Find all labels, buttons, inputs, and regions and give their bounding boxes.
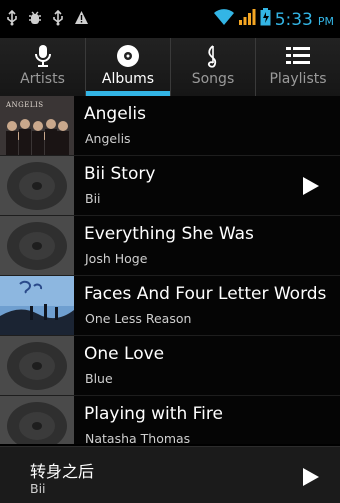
- album-artist: Bii: [85, 191, 101, 206]
- album-artist: Blue: [85, 371, 113, 386]
- now-playing-title: 转身之后: [30, 462, 95, 481]
- default-album-art-icon: [0, 396, 74, 444]
- tab-bar: Artists Albums Songs Playlists: [0, 38, 340, 96]
- battery-icon: [260, 8, 271, 30]
- clock-time: 5:33: [274, 10, 313, 30]
- default-album-art-icon: [0, 336, 74, 395]
- warning-icon: [74, 10, 89, 30]
- microphone-icon: [0, 44, 85, 68]
- play-icon[interactable]: [302, 467, 320, 491]
- album-title: Angelis: [84, 104, 146, 124]
- playlist-icon: [256, 44, 340, 68]
- album-title: Playing with Fire: [84, 404, 223, 424]
- list-item[interactable]: Faces And Four Letter Words One Less Rea…: [0, 276, 340, 336]
- list-item[interactable]: Bii Story Bii: [0, 156, 340, 216]
- tab-artists[interactable]: Artists: [0, 38, 85, 96]
- tab-songs-label: Songs: [191, 71, 235, 87]
- usb-icon: [52, 9, 64, 30]
- tab-albums[interactable]: Albums: [85, 38, 170, 96]
- usb-icon: [6, 9, 18, 30]
- tab-songs[interactable]: Songs: [170, 38, 255, 96]
- svg-text:ANGELIS: ANGELIS: [5, 101, 44, 109]
- now-playing-artist: Bii: [30, 481, 46, 496]
- album-artist: Natasha Thomas: [85, 431, 191, 444]
- album-disc-icon: [86, 44, 170, 68]
- status-bar: 5:33 PM: [0, 0, 340, 38]
- tab-playlists[interactable]: Playlists: [255, 38, 340, 96]
- tab-albums-label: Albums: [101, 71, 155, 87]
- music-note-icon: [171, 44, 255, 68]
- clock-ampm: PM: [317, 15, 334, 28]
- album-artist: One Less Reason: [85, 311, 192, 326]
- album-art-angelis: ANGELIS: [0, 96, 74, 155]
- now-playing-bar[interactable]: 转身之后 Bii: [0, 446, 340, 503]
- tab-playlists-label: Playlists: [269, 71, 327, 87]
- album-title: Bii Story: [84, 164, 156, 184]
- album-title: Everything She Was: [84, 224, 254, 244]
- list-item[interactable]: Everything She Was Josh Hoge: [0, 216, 340, 276]
- list-item[interactable]: One Love Blue: [0, 336, 340, 396]
- tab-artists-label: Artists: [20, 71, 65, 87]
- debug-icon: [28, 10, 42, 30]
- wifi-icon: [213, 8, 234, 30]
- list-item[interactable]: ANGELIS Angelis Angelis: [0, 96, 340, 156]
- album-artist: Josh Hoge: [85, 251, 148, 266]
- default-album-art-icon: [0, 216, 74, 275]
- list-item[interactable]: Playing with Fire Natasha Thomas: [0, 396, 340, 444]
- signal-icon: [238, 8, 256, 30]
- default-album-art-icon: [0, 156, 74, 215]
- album-list[interactable]: ANGELIS Angelis Angelis Bii Story Bii Ev…: [0, 96, 340, 444]
- album-title: Faces And Four Letter Words: [84, 284, 327, 304]
- album-art-one-less-reason: [0, 276, 74, 335]
- album-title: One Love: [84, 344, 165, 364]
- play-icon[interactable]: [302, 176, 320, 200]
- album-artist: Angelis: [85, 131, 131, 146]
